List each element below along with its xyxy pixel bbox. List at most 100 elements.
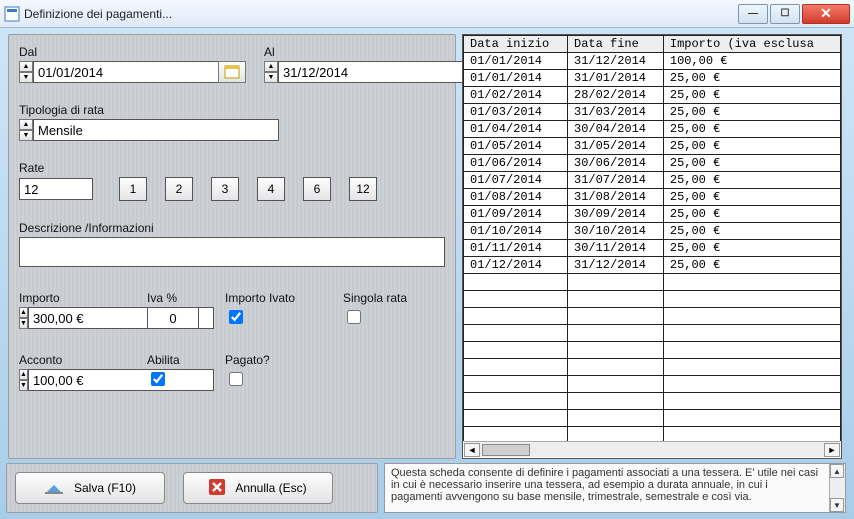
form-panel: Dal ▲▼ Al ▲▼ (8, 34, 456, 459)
table-cell: 31/07/2014 (568, 172, 664, 189)
al-spinner[interactable]: ▲▼ (264, 61, 278, 83)
descrizione-input[interactable] (19, 237, 445, 267)
dal-input[interactable] (33, 61, 219, 83)
table-row[interactable]: 01/01/201431/01/201425,00 € (464, 70, 841, 87)
scroll-thumb[interactable] (482, 444, 530, 456)
tipologia-input[interactable] (33, 119, 279, 141)
abilita-checkbox[interactable] (151, 372, 165, 386)
label-descrizione: Descrizione /Informazioni (19, 221, 445, 235)
table-cell: 25,00 € (663, 155, 840, 172)
al-input[interactable] (278, 61, 464, 83)
table-row-empty (464, 291, 841, 308)
table-cell: 31/03/2014 (568, 104, 664, 121)
help-vertical-scrollbar[interactable]: ▲ ▼ (829, 464, 845, 512)
close-button[interactable]: ✕ (802, 4, 850, 24)
table-row[interactable]: 01/03/201431/03/201425,00 € (464, 104, 841, 121)
table-header[interactable]: Data inizio (464, 36, 568, 53)
importo-ivato-checkbox[interactable] (229, 310, 243, 324)
scroll-left-arrow[interactable]: ◄ (464, 443, 480, 457)
table-cell: 30/11/2014 (568, 240, 664, 257)
table-row[interactable]: 01/08/201431/08/201425,00 € (464, 189, 841, 206)
table-header[interactable]: Importo (iva esclusa (663, 36, 840, 53)
table-cell: 01/04/2014 (464, 121, 568, 138)
table-cell: 30/10/2014 (568, 223, 664, 240)
acconto-spinner[interactable]: ▲▼ (19, 369, 28, 391)
label-importo: Importo (19, 291, 129, 305)
table-row-empty (464, 427, 841, 442)
table-cell: 25,00 € (663, 257, 840, 274)
label-rate: Rate (19, 161, 445, 175)
scroll-right-arrow[interactable]: ► (824, 443, 840, 457)
singola-rata-checkbox[interactable] (347, 310, 361, 324)
label-dal: Dal (19, 45, 246, 59)
app-icon (4, 6, 20, 22)
table-cell: 01/06/2014 (464, 155, 568, 172)
label-abilita: Abilita (147, 353, 207, 367)
tipologia-spinner[interactable]: ▲▼ (19, 119, 33, 141)
table-cell: 30/06/2014 (568, 155, 664, 172)
cancel-button[interactable]: Annulla (Esc) (183, 472, 333, 504)
rate-preset-2[interactable]: 2 (165, 177, 193, 201)
table-cell: 31/12/2014 (568, 257, 664, 274)
table-row-empty (464, 410, 841, 427)
table-row[interactable]: 01/01/201431/12/2014100,00 € (464, 53, 841, 70)
rate-input[interactable] (19, 178, 93, 200)
table-row[interactable]: 01/12/201431/12/201425,00 € (464, 257, 841, 274)
titlebar: Definizione dei pagamenti... — ☐ ✕ (0, 0, 854, 28)
maximize-button[interactable]: ☐ (770, 4, 800, 24)
pagato-checkbox[interactable] (229, 372, 243, 386)
iva-input[interactable] (147, 307, 199, 329)
table-row[interactable]: 01/04/201430/04/201425,00 € (464, 121, 841, 138)
table-cell: 25,00 € (663, 121, 840, 138)
table-cell: 01/12/2014 (464, 257, 568, 274)
table-cell: 25,00 € (663, 70, 840, 87)
table-cell: 31/01/2014 (568, 70, 664, 87)
table-row-empty (464, 393, 841, 410)
table-header[interactable]: Data fine (568, 36, 664, 53)
cancel-button-label: Annulla (Esc) (235, 481, 306, 495)
table-cell: 28/02/2014 (568, 87, 664, 104)
table-cell: 01/07/2014 (464, 172, 568, 189)
rate-preset-6[interactable]: 6 (303, 177, 331, 201)
horizontal-scrollbar[interactable]: ◄ ► (464, 441, 840, 457)
minimize-button[interactable]: — (738, 4, 768, 24)
rate-preset-3[interactable]: 3 (211, 177, 239, 201)
label-tipologia: Tipologia di rata (19, 103, 445, 117)
label-al: Al (264, 45, 491, 59)
dal-spinner[interactable]: ▲▼ (19, 61, 33, 83)
table-row[interactable]: 01/10/201430/10/201425,00 € (464, 223, 841, 240)
table-cell: 01/01/2014 (464, 53, 568, 70)
label-iva: Iva % (147, 291, 207, 305)
table-row-empty (464, 359, 841, 376)
payments-table[interactable]: Data inizioData fineImporto (iva esclusa… (463, 35, 841, 441)
scroll-down-arrow[interactable]: ▼ (830, 498, 844, 512)
table-cell: 01/02/2014 (464, 87, 568, 104)
dal-calendar-button[interactable] (218, 61, 246, 83)
table-cell: 01/01/2014 (464, 70, 568, 87)
table-cell: 01/09/2014 (464, 206, 568, 223)
scroll-up-arrow[interactable]: ▲ (830, 464, 844, 478)
label-importo-ivato: Importo Ivato (225, 291, 325, 305)
table-cell: 25,00 € (663, 87, 840, 104)
rate-preset-4[interactable]: 4 (257, 177, 285, 201)
table-row[interactable]: 01/09/201430/09/201425,00 € (464, 206, 841, 223)
rate-preset-1[interactable]: 1 (119, 177, 147, 201)
importo-spinner[interactable]: ▲▼ (19, 307, 28, 329)
table-row[interactable]: 01/02/201428/02/201425,00 € (464, 87, 841, 104)
table-cell: 30/04/2014 (568, 121, 664, 138)
table-cell: 31/08/2014 (568, 189, 664, 206)
label-singola-rata: Singola rata (343, 291, 433, 305)
table-cell: 01/10/2014 (464, 223, 568, 240)
table-row[interactable]: 01/05/201431/05/201425,00 € (464, 138, 841, 155)
table-row[interactable]: 01/11/201430/11/201425,00 € (464, 240, 841, 257)
save-button[interactable]: Salva (F10) (15, 472, 165, 504)
table-cell: 25,00 € (663, 223, 840, 240)
table-cell: 01/05/2014 (464, 138, 568, 155)
table-row[interactable]: 01/06/201430/06/201425,00 € (464, 155, 841, 172)
table-row-empty (464, 325, 841, 342)
help-text: Questa scheda consente di definire i pag… (391, 467, 839, 503)
table-row[interactable]: 01/07/201431/07/201425,00 € (464, 172, 841, 189)
table-cell: 31/05/2014 (568, 138, 664, 155)
table-cell: 01/11/2014 (464, 240, 568, 257)
rate-preset-12[interactable]: 12 (349, 177, 377, 201)
